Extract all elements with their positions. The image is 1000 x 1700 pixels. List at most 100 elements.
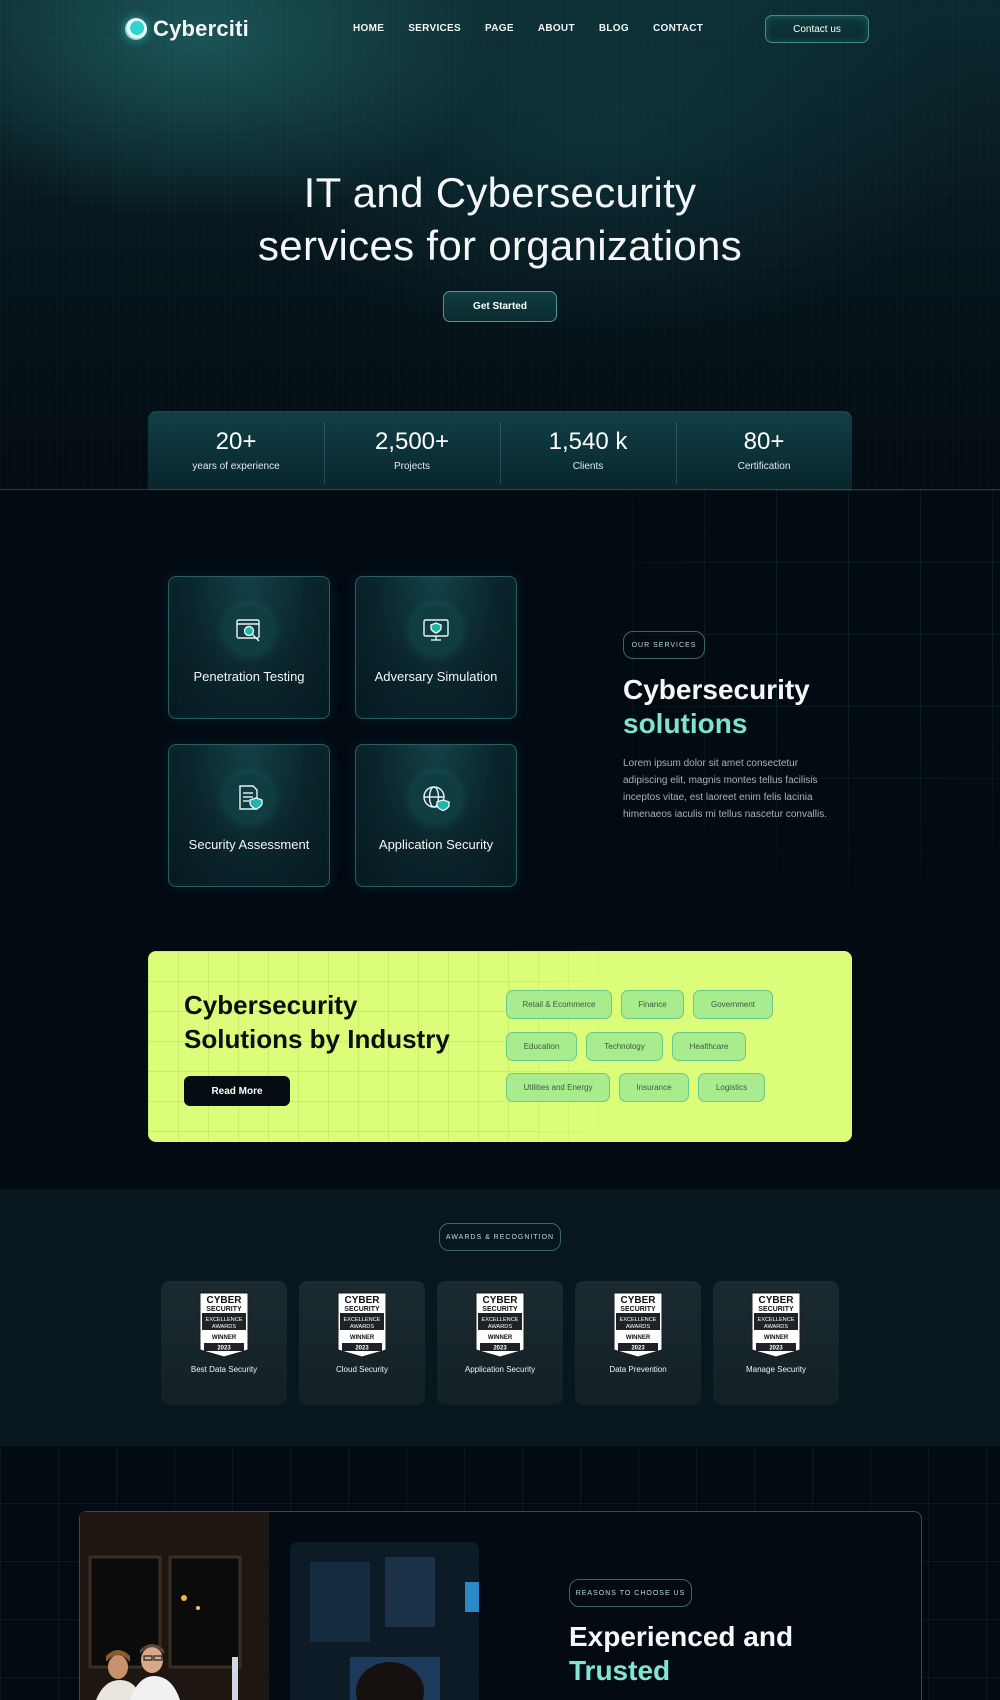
badge-text: SECURITY — [482, 1306, 518, 1313]
badge-text: CYBER — [758, 1295, 794, 1306]
get-started-button[interactable]: Get Started — [443, 291, 557, 322]
nav-item-blog[interactable]: BLOG — [599, 23, 629, 34]
services-heading-white: Cybersecurity — [623, 674, 810, 705]
badge-text: SECURITY — [758, 1306, 794, 1313]
hero-title: IT and Cybersecurity services for organi… — [0, 166, 1000, 272]
badge-text: AWARDS — [212, 1324, 236, 1330]
nav-item-page[interactable]: PAGE — [485, 23, 514, 34]
award-card-manage-security[interactable]: CYBER SECURITY EXCELLENCE AWARDS WINNER 2023 M… — [713, 1281, 839, 1405]
award-label: Data Prevention — [609, 1365, 667, 1374]
badge-text: EXCELLENCE — [482, 1317, 519, 1323]
industry-tag-education[interactable]: Education — [506, 1032, 577, 1061]
badge-text: AWARDS — [764, 1324, 788, 1330]
service-card-application-security[interactable]: Application Security — [355, 744, 517, 887]
award-card-application-security[interactable]: CYBER SECURITY EXCELLENCE AWARDS WINNER 2023 A… — [437, 1281, 563, 1405]
award-card-cloud-security[interactable]: CYBER SECURITY EXCELLENCE AWARDS WINNER 2023 C… — [299, 1281, 425, 1405]
industry-tag-retail[interactable]: Retail & Ecommerce — [506, 990, 612, 1019]
badge-text: 2023 — [769, 1346, 783, 1352]
badge-text: WINNER — [350, 1335, 375, 1341]
stat-value: 80+ — [743, 428, 785, 455]
industry-tag-insurance[interactable]: Insurance — [619, 1073, 689, 1102]
stat-value: 1,540 k — [548, 428, 628, 455]
badge-text: CYBER — [482, 1295, 518, 1306]
award-label: Manage Security — [745, 1365, 807, 1374]
industry-tag-healthcare[interactable]: Healthcare — [672, 1032, 746, 1061]
nav-item-about[interactable]: ABOUT — [538, 23, 575, 34]
service-label: Security Assessment — [188, 837, 310, 852]
analyst-photo — [290, 1542, 479, 1700]
award-badge-icon: CYBERSECURITY EXCELLENCEAWARDS WINNER 2023 — [751, 1292, 801, 1358]
nav-item-services[interactable]: SERVICES — [408, 23, 461, 34]
industry-tag-finance[interactable]: Finance — [621, 990, 684, 1019]
award-label: Application Security — [464, 1365, 536, 1374]
nav-item-home[interactable]: HOME — [353, 23, 384, 34]
read-more-button[interactable]: Read More — [184, 1076, 290, 1106]
stat-label: Certification — [737, 461, 791, 472]
industry-title-line1: Cybersecurity — [184, 990, 358, 1020]
award-label: Cloud Security — [335, 1365, 389, 1374]
team-photo — [80, 1512, 269, 1700]
badge-text: WINNER — [212, 1335, 237, 1341]
reasons-heading-accent: Trusted — [569, 1655, 671, 1686]
industry-tag-government[interactable]: Government — [693, 990, 773, 1019]
services-heading: Cybersecurity solutions — [623, 673, 810, 741]
reasons-heading: Experienced and Trusted — [569, 1620, 793, 1688]
stat-item: 20+ years of experience — [148, 412, 324, 490]
industry-panel: Cybersecurity Solutions by Industry Read… — [148, 951, 852, 1142]
globe-shield-icon — [411, 773, 461, 823]
reasons-tag: REASONS TO CHOOSE US — [569, 1579, 692, 1607]
stat-item: 1,540 k Clients — [500, 412, 676, 490]
contact-us-button[interactable]: Contact us — [765, 15, 869, 43]
award-badge-icon: CYBERSECURITY EXCELLENCEAWARDS WINNER 2023 — [337, 1292, 387, 1358]
stat-label: Projects — [393, 461, 431, 472]
badge-text: 2023 — [355, 1346, 369, 1352]
award-badge-icon: CYBERSECURITY EXCELLENCEAWARDS WINNER 2023 — [199, 1292, 249, 1358]
badge-text: EXCELLENCE — [758, 1317, 795, 1323]
industry-tag-technology[interactable]: Technology — [586, 1032, 663, 1061]
award-badge-icon: CYBERSECURITY EXCELLENCEAWARDS WINNER 2023 — [613, 1292, 663, 1358]
award-card-best-data-security[interactable]: CYBER SECURITY EXCELLENCE AWARDS WINNER 2023 B… — [161, 1281, 287, 1405]
stat-item: 2,500+ Projects — [324, 412, 500, 490]
brand-name: Cyberciti — [153, 16, 249, 41]
award-label: Best Data Security — [190, 1365, 258, 1374]
badge-text: CYBER — [620, 1295, 656, 1306]
badge-text: 2023 — [217, 1346, 231, 1352]
brand-logo[interactable]: Cyberciti — [125, 16, 249, 42]
our-services-tag: OUR SERVICES — [623, 631, 705, 659]
badge-text: CYBER — [344, 1295, 380, 1306]
award-badge-icon: CYBERSECURITY EXCELLENCEAWARDS WINNER 2023 — [475, 1292, 525, 1358]
stat-label: years of experience — [192, 461, 280, 472]
badge-text: CYBER — [206, 1295, 242, 1306]
main-nav: HOME SERVICES PAGE ABOUT BLOG CONTACT — [353, 23, 703, 34]
browser-search-icon — [224, 605, 274, 655]
stat-value: 20+ — [215, 428, 257, 455]
badge-text: AWARDS — [350, 1324, 374, 1330]
badge-text: SECURITY — [206, 1306, 242, 1313]
hero-section: Cyberciti HOME SERVICES PAGE ABOUT BLOG … — [0, 0, 1000, 490]
hero-title-line1: IT and Cybersecurity — [303, 169, 697, 216]
badge-text: AWARDS — [626, 1324, 650, 1330]
logo-icon — [125, 18, 147, 40]
industry-tag-logistics[interactable]: Logistics — [698, 1073, 765, 1102]
services-description: Lorem ipsum dolor sit amet consectetur a… — [623, 758, 827, 820]
nav-item-contact[interactable]: CONTACT — [653, 23, 703, 34]
badge-text: AWARDS — [488, 1324, 512, 1330]
service-card-penetration-testing[interactable]: Penetration Testing — [168, 576, 330, 719]
industry-tag-utilities[interactable]: Utilities and Energy — [506, 1073, 610, 1102]
stat-value: 2,500+ — [374, 428, 450, 455]
reasons-heading-white: Experienced and — [569, 1621, 794, 1652]
badge-text: EXCELLENCE — [620, 1317, 657, 1323]
badge-text: SECURITY — [344, 1306, 380, 1313]
badge-text: WINNER — [764, 1335, 789, 1341]
award-card-data-prevention[interactable]: CYBER SECURITY EXCELLENCE AWARDS WINNER 2023 D… — [575, 1281, 701, 1405]
reasons-section: REASONS TO CHOOSE US Experienced and Tru… — [0, 1445, 1000, 1700]
service-label: Application Security — [378, 837, 494, 852]
hero-title-line2: services for organizations — [257, 222, 742, 269]
badge-text: 2023 — [493, 1346, 507, 1352]
services-heading-accent: solutions — [623, 708, 748, 739]
service-card-security-assessment[interactable]: Security Assessment — [168, 744, 330, 887]
service-card-adversary-simulation[interactable]: Adversary Simulation — [355, 576, 517, 719]
industry-title: Cybersecurity Solutions by Industry — [184, 988, 450, 1056]
stat-item: 80+ Certification — [676, 412, 852, 490]
badge-text: EXCELLENCE — [206, 1317, 243, 1323]
